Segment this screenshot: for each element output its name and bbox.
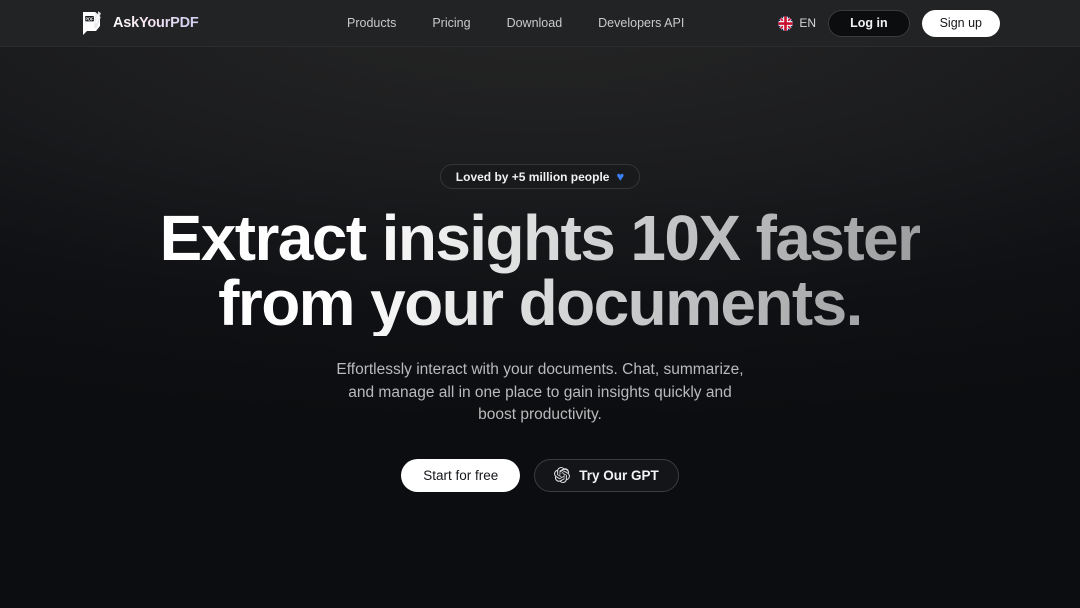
page-title: Extract insights 10X faster from your do…	[159, 202, 922, 339]
landing-page: PDF AskYourPDF Products Pricing Download…	[0, 0, 1080, 608]
signup-button[interactable]: Sign up	[921, 9, 1000, 37]
language-label: EN	[799, 16, 817, 30]
hero-subtitle: Effortlessly interact with your document…	[336, 361, 744, 423]
svg-text:PDF: PDF	[85, 16, 94, 21]
hero-section: Loved by +5 million people ♥ Extract ins…	[0, 47, 1080, 608]
language-selector[interactable]: EN	[778, 15, 817, 31]
header-actions: EN Log in Sign up	[778, 9, 1000, 37]
nav-item-products[interactable]: Products	[347, 16, 396, 30]
main-nav: Products Pricing Download Developers API	[347, 16, 684, 30]
brand-logo[interactable]: PDF AskYourPDF	[80, 10, 199, 36]
openai-logo-icon	[554, 467, 571, 483]
try-our-gpt-label: Try Our GPT	[579, 467, 659, 483]
nav-item-developers-api[interactable]: Developers API	[598, 16, 684, 30]
nav-item-pricing[interactable]: Pricing	[432, 16, 470, 30]
social-proof-label: Loved by +5 million people	[455, 169, 610, 184]
askyourpdf-logo-icon: PDF	[80, 10, 104, 36]
nav-item-download[interactable]: Download	[507, 16, 563, 30]
cta-row: Start for free Try Our GPT	[401, 458, 679, 492]
start-for-free-button[interactable]: Start for free	[401, 458, 521, 492]
brand-name: AskYourPDF	[113, 15, 199, 31]
login-button[interactable]: Log in	[828, 9, 910, 37]
social-proof-badge[interactable]: Loved by +5 million people ♥	[439, 164, 641, 189]
site-header: PDF AskYourPDF Products Pricing Download…	[0, 0, 1080, 47]
blue-heart-icon: ♥	[616, 169, 625, 184]
uk-flag-icon	[778, 15, 794, 31]
try-our-gpt-button[interactable]: Try Our GPT	[534, 458, 679, 492]
